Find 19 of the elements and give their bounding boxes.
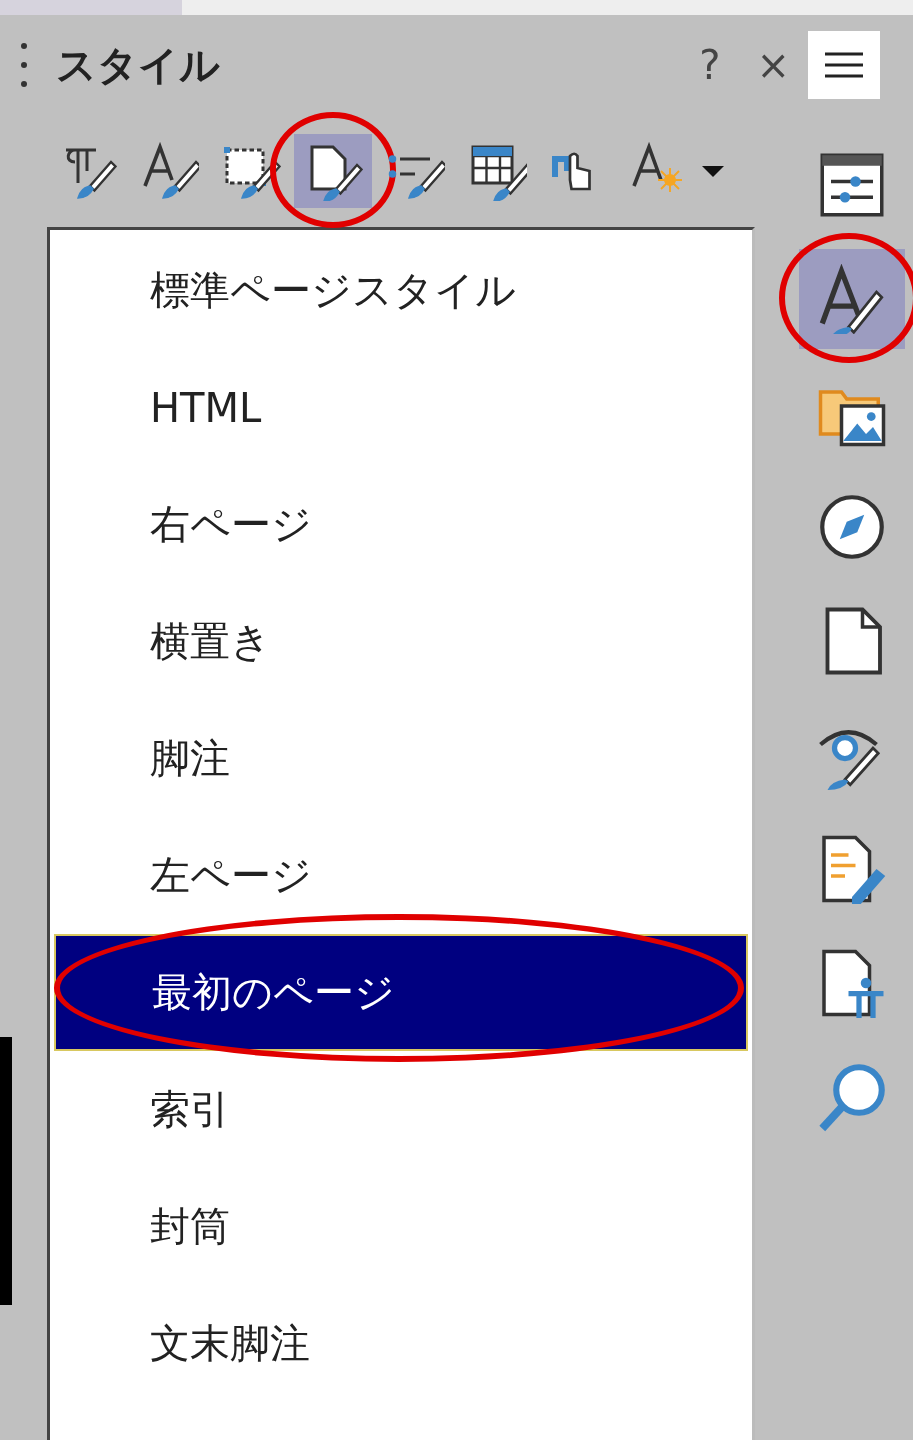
deck-button[interactable] [798, 249, 905, 349]
style-item[interactable]: 標準ページスタイル [54, 232, 748, 349]
style-item[interactable]: 横置き [54, 583, 748, 700]
help-button[interactable]: ? [681, 42, 739, 88]
close-button[interactable]: × [738, 42, 808, 88]
dropdown-arrow-icon[interactable] [700, 164, 726, 178]
style-item[interactable]: 索引 [54, 1051, 748, 1168]
style-item[interactable]: 文末脚注 [54, 1285, 748, 1402]
style-item[interactable]: HTML [54, 349, 748, 466]
menu-icon [825, 51, 863, 79]
menu-button[interactable] [808, 31, 880, 99]
style-item[interactable]: 左ページ [54, 817, 748, 934]
style-item[interactable]: 封筒 [54, 1168, 748, 1285]
style-item[interactable]: 最初のページ [54, 934, 748, 1051]
style-item[interactable]: 右ページ [54, 466, 748, 583]
style-category-button[interactable] [294, 134, 372, 208]
grip-icon[interactable] [20, 40, 28, 90]
panel-title: スタイル [56, 40, 221, 90]
style-item[interactable]: 脚注 [54, 700, 748, 817]
